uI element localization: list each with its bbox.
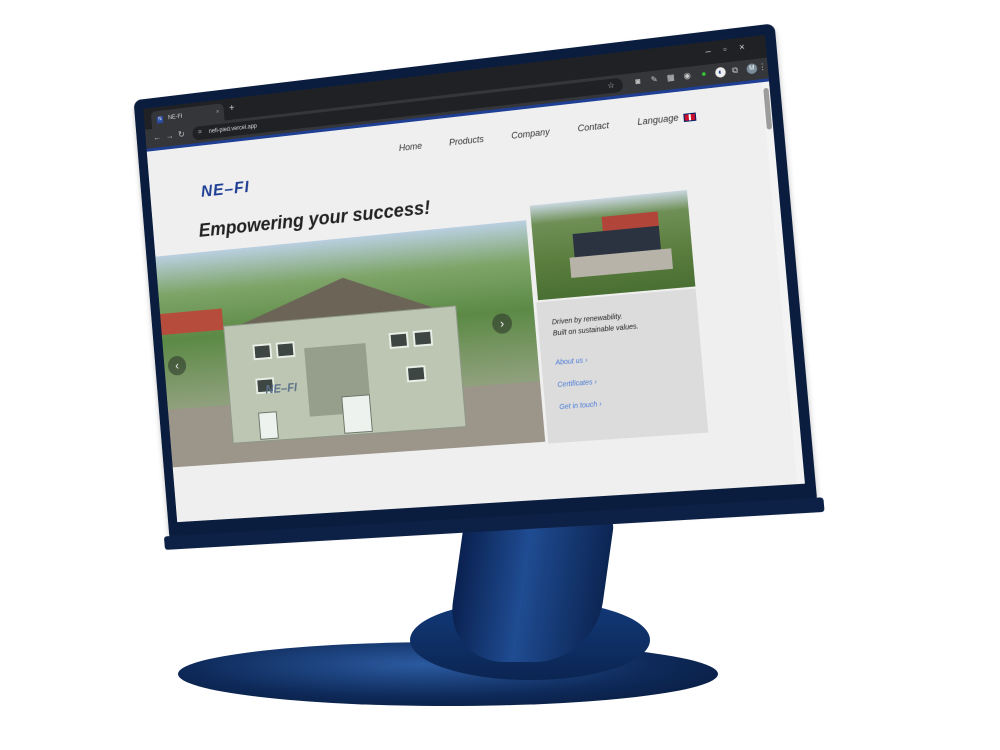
tagline: Driven by renewability. Built on sustain… <box>552 310 640 339</box>
building-sign: NE–FI <box>264 380 298 397</box>
window <box>388 331 410 349</box>
nav-products[interactable]: Products <box>449 134 485 148</box>
reload-icon[interactable]: ↻ <box>178 129 186 140</box>
forward-icon[interactable]: → <box>165 130 174 140</box>
uk-flag-icon <box>683 112 697 122</box>
nav-contact[interactable]: Contact <box>577 120 609 134</box>
tab-close-icon[interactable]: × <box>215 104 220 122</box>
certificates-link[interactable]: Certificates › <box>557 379 597 389</box>
get-in-touch-link[interactable]: Get in touch › <box>559 401 602 411</box>
extension-icon[interactable]: ◙ <box>632 76 643 87</box>
info-panel: Driven by renewability. Built on sustain… <box>536 288 709 444</box>
window <box>252 343 273 361</box>
window-controls[interactable]: –▫× <box>705 40 758 56</box>
nav-company[interactable]: Company <box>511 127 550 141</box>
pen-icon[interactable]: ✎ <box>649 74 660 85</box>
monitor: N NE-FI × + –▫× ← → ↻ ≡ nefi-pied.vercel… <box>133 23 825 550</box>
window <box>405 365 427 383</box>
camera-icon[interactable]: ◉ <box>682 70 693 81</box>
door <box>341 394 373 434</box>
site-logo[interactable]: NE–FI <box>200 177 250 201</box>
site-info-icon[interactable]: ≡ <box>197 126 202 140</box>
favicon-icon: N <box>156 116 164 124</box>
menu-icon[interactable]: ⋮ <box>757 62 768 74</box>
extension-icon[interactable]: ● <box>698 69 709 80</box>
hero-carousel: NE–FI ‹ › <box>153 220 546 468</box>
puzzle-icon[interactable]: ⧉ <box>729 65 740 77</box>
new-tab-icon[interactable]: + <box>229 103 235 114</box>
screen: N NE-FI × + –▫× ← → ↻ ≡ nefi-pied.vercel… <box>143 34 805 523</box>
url-text: nefi-pied.vercel.app <box>208 123 258 135</box>
door <box>258 411 279 440</box>
window <box>275 341 296 359</box>
about-us-link[interactable]: About us › <box>555 357 588 367</box>
nav-home[interactable]: Home <box>398 141 422 153</box>
back-icon[interactable]: ← <box>152 132 161 142</box>
bookmark-star-icon[interactable]: ☆ <box>607 78 616 93</box>
nav-language[interactable]: Language <box>637 110 697 127</box>
language-label: Language <box>636 112 679 128</box>
webpage: Home Products Company Contact Language N… <box>146 81 805 523</box>
aerial-photo <box>529 189 696 301</box>
window <box>412 329 434 348</box>
extension-icon[interactable]: ◐ <box>714 66 727 79</box>
extension-icon[interactable]: ▦ <box>665 72 676 83</box>
tab-title: NE-FI <box>167 113 183 122</box>
